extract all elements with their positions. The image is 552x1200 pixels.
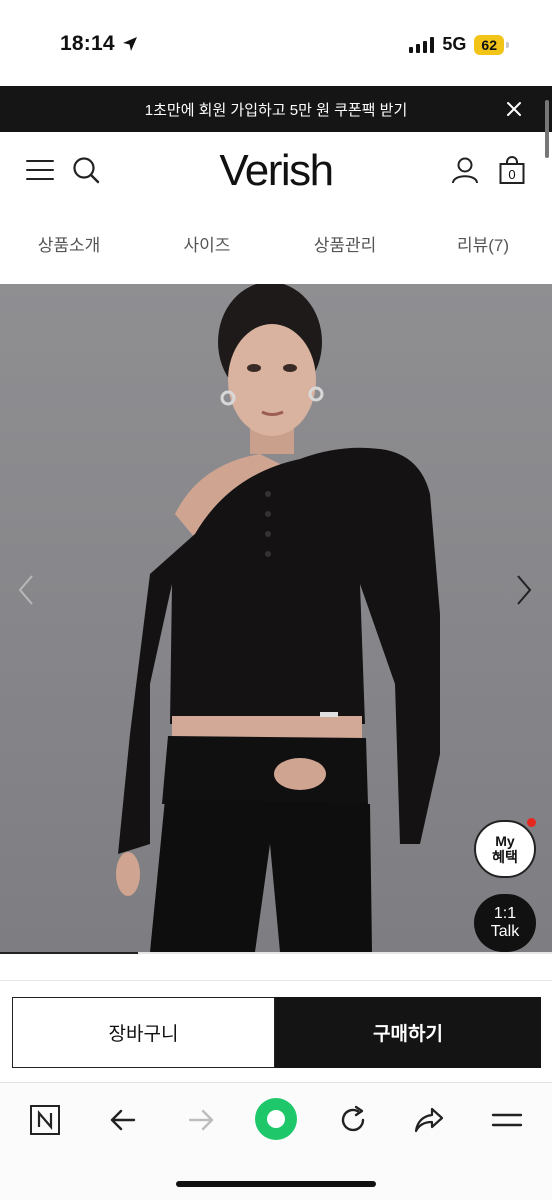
battery-indicator: 62 [474,34,509,55]
my-benefits-button[interactable]: My 혜택 [474,818,536,878]
network-type: 5G [442,34,467,54]
gallery-prev-icon[interactable] [14,572,38,608]
shopping-bag-button[interactable]: 0 [496,154,528,186]
product-tabs: 상품소개 사이즈 상품관리 리뷰(7) [0,210,552,284]
status-bar: 18:14 5G 62 [0,0,552,86]
green-circle-icon[interactable] [254,1097,298,1141]
reload-icon[interactable] [336,1103,370,1137]
menu-icon[interactable] [490,1103,524,1137]
forward-arrow-icon[interactable] [184,1103,218,1137]
my-benefits-line1: My [495,833,515,849]
close-icon[interactable] [504,99,524,119]
promo-banner[interactable]: 1초만에 회원 가입하고 5만 원 쿠폰팩 받기 [0,86,552,132]
talk-line1: 1:1 [493,905,517,922]
location-arrow-icon [122,37,137,51]
buy-now-button[interactable]: 구매하기 [275,997,541,1068]
notification-dot [527,818,536,827]
promo-text[interactable]: 1초만에 회원 가입하고 5만 원 쿠폰팩 받기 [145,99,408,120]
status-right: 5G 62 [409,34,509,55]
gallery-progress-fill [0,952,138,954]
product-image[interactable] [0,284,552,952]
product-photo-model [116,284,440,952]
naver-icon[interactable] [28,1103,62,1137]
user-account-icon[interactable] [449,154,481,186]
status-time: 18:14 [60,32,115,55]
talk-line2: Talk [490,923,520,940]
status-time-group: 18:14 [60,32,139,56]
my-benefits-line2: 혜택 [492,849,518,865]
scrollbar[interactable] [545,100,549,158]
gallery-next-icon[interactable] [512,572,536,608]
back-arrow-icon[interactable] [106,1103,140,1137]
tab-reviews[interactable]: 리뷰(7) [414,210,552,284]
signal-icon [409,36,435,53]
tab-care[interactable]: 상품관리 [276,210,414,284]
share-icon[interactable] [412,1103,446,1137]
tab-size[interactable]: 사이즈 [138,210,276,284]
cart-count: 0 [508,167,516,182]
tab-product-info[interactable]: 상품소개 [0,210,138,284]
site-header: Verish 0 [0,132,552,210]
add-to-cart-button[interactable]: 장바구니 [12,997,275,1068]
home-indicator [176,1181,376,1187]
gallery-progress [0,952,552,954]
talk-chat-button[interactable]: 1:1 Talk [474,894,536,952]
divider [0,980,552,981]
